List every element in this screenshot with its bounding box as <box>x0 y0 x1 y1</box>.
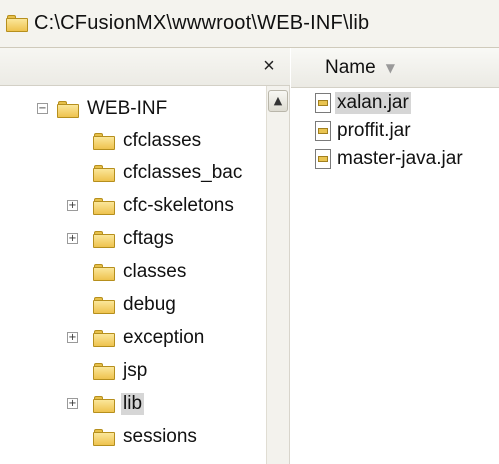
tree-item-label: cfclasses_bac <box>123 162 243 183</box>
tree-item-exception[interactable]: + exception <box>63 323 206 353</box>
file-item-label: xalan.jar <box>335 92 411 114</box>
file-item-proffit-jar[interactable]: proffit.jar <box>315 118 413 144</box>
folder-icon <box>93 428 115 446</box>
expand-icon[interactable]: + <box>67 398 78 409</box>
folder-icon <box>93 230 115 248</box>
file-list-pane: Name ▼ xalan.jar proffit.jar master-java… <box>291 48 499 464</box>
tree-item-label: debug <box>123 294 176 315</box>
tree-item-lib[interactable]: + lib <box>63 389 145 419</box>
address-path: C:\CFusionMX\wwwroot\WEB-INF\lib <box>34 12 370 34</box>
tree-item-web-inf[interactable]: − WEB-INF <box>33 94 169 124</box>
expand-icon[interactable]: + <box>67 332 78 343</box>
tree-item-label: sessions <box>123 426 197 447</box>
folder-icon <box>93 296 115 314</box>
tree-item-cfclasses-bac[interactable]: cfclasses_bac <box>93 158 244 188</box>
tree-item-cfclasses[interactable]: cfclasses <box>93 126 203 156</box>
jar-file-icon <box>315 93 331 113</box>
file-item-label: proffit.jar <box>337 120 411 141</box>
tree-item-label: cfclasses <box>123 130 202 151</box>
folder-icon <box>93 263 115 281</box>
tree-item-label: classes <box>123 261 187 282</box>
column-header-label: Name <box>325 56 376 78</box>
tree-item-jsp[interactable]: jsp <box>93 356 149 386</box>
tree-item-sessions[interactable]: sessions <box>93 422 199 452</box>
folders-pane: × − WEB-INF cfclasses cfclasses_bac + cf… <box>0 48 290 464</box>
file-item-master-java-jar[interactable]: master-java.jar <box>315 146 465 172</box>
jar-file-icon <box>315 121 331 141</box>
folder-icon <box>93 132 115 150</box>
file-item-label: master-java.jar <box>337 148 463 169</box>
tree-item-label: jsp <box>123 360 148 381</box>
folder-icon <box>93 362 115 380</box>
open-folder-icon <box>93 395 115 413</box>
expand-icon[interactable]: + <box>67 233 78 244</box>
expand-icon[interactable]: + <box>67 200 78 211</box>
folder-icon <box>93 164 115 182</box>
folder-icon <box>57 100 79 118</box>
folder-icon <box>93 329 115 347</box>
tree-item-cfc-skeletons[interactable]: + cfc-skeletons <box>63 191 236 221</box>
tree-scrollbar[interactable]: ▲ <box>266 86 289 464</box>
tree-item-cftags[interactable]: + cftags <box>63 224 176 254</box>
close-pane-button[interactable]: × <box>257 53 281 79</box>
jar-file-icon <box>315 149 331 169</box>
collapse-icon[interactable]: − <box>37 103 48 114</box>
folder-icon <box>93 197 115 215</box>
folders-pane-header: × <box>0 48 290 86</box>
address-bar[interactable]: C:\CFusionMX\wwwroot\WEB-INF\lib <box>0 0 499 48</box>
tree-item-debug[interactable]: debug <box>93 290 178 320</box>
folder-tree: − WEB-INF cfclasses cfclasses_bac + cfc-… <box>0 86 266 464</box>
sort-arrow-icon: ▼ <box>385 60 395 75</box>
tree-item-label: lib <box>121 393 145 415</box>
folder-icon <box>6 15 28 32</box>
tree-item-label: cfc-skeletons <box>123 195 234 216</box>
file-item-xalan-jar[interactable]: xalan.jar <box>315 90 411 116</box>
name-column-header[interactable]: Name ▼ <box>291 48 499 88</box>
tree-item-label: cftags <box>123 228 174 249</box>
scroll-up-button[interactable]: ▲ <box>268 90 288 112</box>
tree-item-classes[interactable]: classes <box>93 257 188 287</box>
tree-item-label: WEB-INF <box>87 98 168 119</box>
tree-item-label: exception <box>123 327 205 348</box>
